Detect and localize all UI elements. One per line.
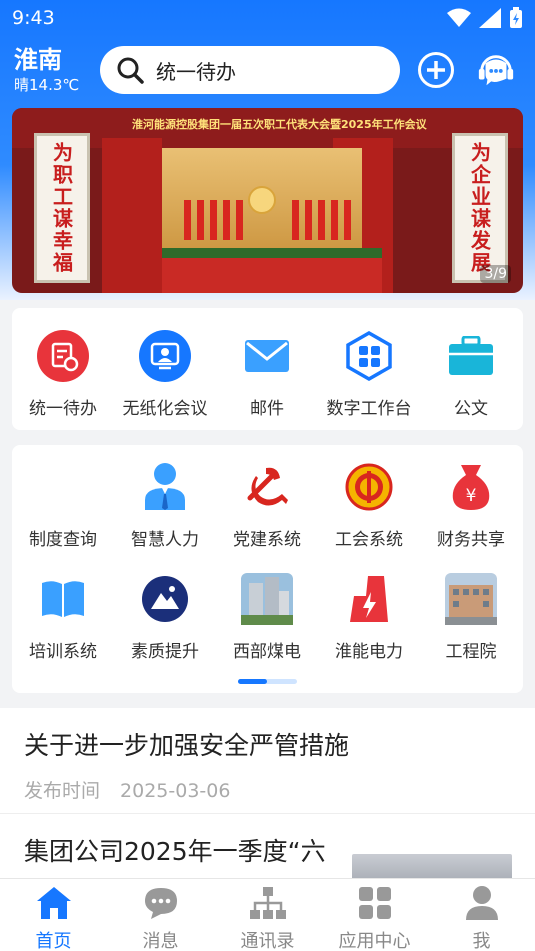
app-training-system[interactable]: 培训系统 [12,573,114,662]
status-bar: 9:43 [0,0,535,36]
app-engineering-institute[interactable]: 工程院 [420,573,522,662]
location-weather[interactable]: 淮南 晴14.3℃ [14,45,96,95]
building-photo-icon [241,573,293,625]
wifi-icon [447,8,471,27]
news-title: 集团公司2025年一季度“六 [24,837,326,866]
mail-icon [245,340,289,372]
emblem-icon [248,186,276,214]
banner-carousel[interactable]: 淮河能源控股集团一届五次职工代表大会暨2025年工作会议 为职工谋幸福 为企业谋… [12,108,523,293]
header: 淮南 晴14.3℃ 统一待办 [0,38,535,102]
app-smart-hr[interactable]: 智慧人力 [114,461,216,550]
org-chart-icon [249,887,286,919]
status-time: 9:43 [12,7,55,29]
meeting-icon [139,330,191,382]
banner-title: 淮河能源控股集团一届五次职工代表大会暨2025年工作会议 [132,118,427,131]
home-icon [36,887,71,919]
news-meta: 发布时间 2025-03-06 [24,780,231,802]
app-paperless-meeting[interactable]: 无纸化会议 [114,330,216,419]
right-banner-scroll: 为企业谋发展 [452,133,508,283]
left-banner-scroll: 为职工谋幸福 [34,133,90,283]
apps-icon [358,887,391,919]
bottom-tab-bar: 首页 消息 通讯录 应用中心 我 [0,878,535,951]
news-date: 2025-03-06 [120,780,231,802]
app-mail[interactable]: 邮件 [216,330,318,419]
todo-icon [37,330,89,382]
mountain-icon [142,576,188,622]
flags-right [292,200,351,240]
message-icon [144,888,177,919]
quick-apps-card: 统一待办 无纸化会议 邮件 数字工作台 公文 [12,308,523,430]
news-title: 关于进一步加强安全严管措施 [24,731,350,760]
app-digital-workbench[interactable]: 数字工作台 [318,330,420,419]
app-quality-improvement[interactable]: 素质提升 [114,573,216,662]
city-name: 淮南 [14,46,62,74]
news-list: 关于进一步加强安全严管措施 发布时间 2025-03-06 集团公司2025年一季… [0,708,535,894]
plus-circle-icon [418,52,454,88]
battery-icon [510,7,522,28]
tab-home[interactable]: 首页 [0,879,107,951]
book-icon [42,581,84,617]
app-union-system[interactable]: 工会系统 [318,461,420,550]
app-party-building[interactable]: 党建系统 [216,461,318,550]
add-button[interactable] [416,50,456,90]
presidium-desk [162,258,382,293]
signal-icon [479,8,501,28]
power-icon [350,576,388,622]
customer-service-button[interactable] [476,50,516,90]
tab-app-center[interactable]: 应用中心 [321,879,428,951]
user-icon [465,886,498,920]
app-policy-query[interactable]: 制度查询 [12,461,114,550]
headset-chat-icon [478,55,514,86]
app-huaineng-power[interactable]: 淮能电力 [318,573,420,662]
search-icon [117,57,144,84]
search-text: 统一待办 [156,59,236,84]
briefcase-icon [449,336,493,375]
party-icon [247,467,288,506]
apps-card: 制度查询 智慧人力 党建系统 工会系统 ¥ 财务共享 培训系统 素质提升 西部煤… [12,445,523,693]
banner-counter: 3/9 [480,265,511,283]
svg-text:¥: ¥ [466,486,477,506]
money-bag-icon: ¥ [452,465,490,510]
tab-contacts[interactable]: 通讯录 [214,879,321,951]
app-todo[interactable]: 统一待办 [12,330,114,419]
tab-me[interactable]: 我 [428,879,535,951]
union-icon [345,463,393,511]
page-indicator [238,679,297,684]
app-west-coal-power[interactable]: 西部煤电 [216,573,318,662]
search-bar[interactable]: 统一待办 [100,46,400,94]
tab-messages[interactable]: 消息 [107,879,214,951]
workbench-icon [346,331,392,381]
weather-text: 晴14.3℃ [14,76,80,94]
building-photo-icon [445,573,497,625]
app-official-documents[interactable]: 公文 [420,330,522,419]
app-finance-shared[interactable]: ¥ 财务共享 [420,461,522,550]
person-icon [145,463,185,510]
flags-left [184,200,243,240]
